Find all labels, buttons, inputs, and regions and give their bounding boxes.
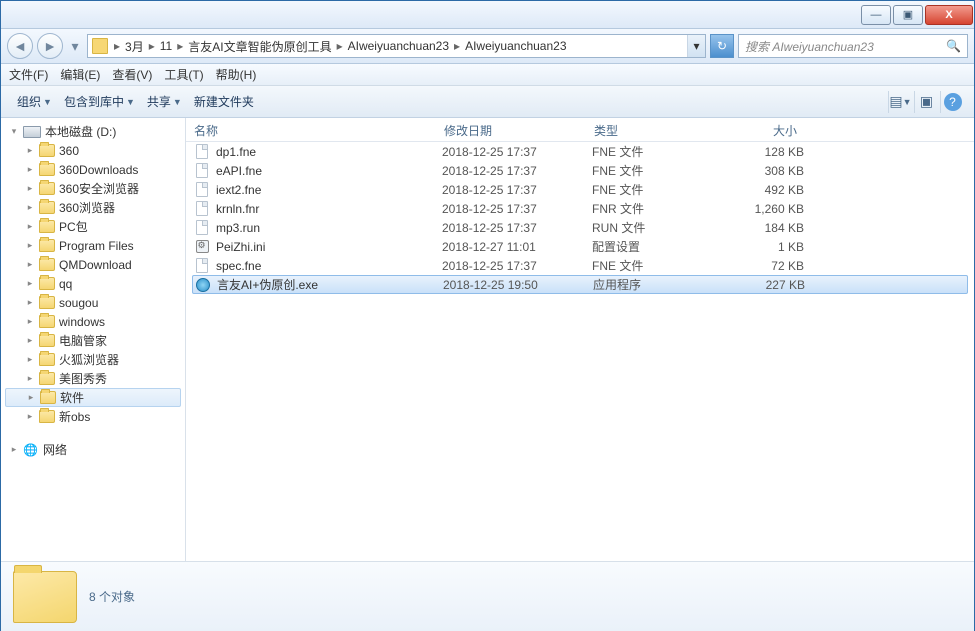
file-icon (194, 220, 210, 236)
menu-view[interactable]: 查看(V) (112, 66, 152, 83)
tree-folder[interactable]: ▸360浏览器 (1, 198, 185, 217)
history-dropdown[interactable]: ▾ (67, 33, 83, 59)
tree-network[interactable]: ▸🌐 网络 (1, 440, 185, 459)
file-row[interactable]: iext2.fne2018-12-25 17:37FNE 文件492 KB (186, 180, 974, 199)
search-placeholder: 搜索 AIweiyuanchuan23 (745, 38, 874, 55)
file-row[interactable]: PeiZhi.ini2018-12-27 11:01配置设置1 KB (186, 237, 974, 256)
tree-folder[interactable]: ▸360安全浏览器 (1, 179, 185, 198)
menu-file[interactable]: 文件(F) (9, 66, 48, 83)
folder-icon (39, 163, 55, 176)
back-button[interactable]: ◄ (7, 33, 33, 59)
file-row[interactable]: spec.fne2018-12-25 17:37FNE 文件72 KB (186, 256, 974, 275)
nav-tree[interactable]: ▾ 本地磁盘 (D:) ▸360▸360Downloads▸360安全浏览器▸3… (1, 118, 186, 561)
minimize-button[interactable]: — (861, 5, 891, 25)
tree-folder[interactable]: ▸电脑管家 (1, 331, 185, 350)
folder-icon (92, 38, 108, 54)
view-mode-button[interactable]: ▤ ▼ (888, 91, 912, 113)
tree-folder[interactable]: ▸Program Files (1, 236, 185, 255)
address-dropdown[interactable]: ▾ (687, 35, 705, 57)
nav-bar: ◄ ► ▾ ▸ 3月▸ 11▸ 言友AI文章智能伪原创工具▸ AIweiyuan… (1, 29, 974, 64)
file-icon (194, 182, 210, 198)
file-row[interactable]: mp3.run2018-12-25 17:37RUN 文件184 KB (186, 218, 974, 237)
breadcrumb-seg[interactable]: 言友AI文章智能伪原创工具 (185, 38, 334, 55)
close-button[interactable]: X (925, 5, 973, 25)
address-bar[interactable]: ▸ 3月▸ 11▸ 言友AI文章智能伪原创工具▸ AIweiyuanchuan2… (87, 34, 706, 58)
file-row[interactable]: dp1.fne2018-12-25 17:37FNE 文件128 KB (186, 142, 974, 161)
tree-folder[interactable]: ▸PC包 (1, 217, 185, 236)
menu-help[interactable]: 帮助(H) (216, 66, 257, 83)
breadcrumb-seg[interactable]: 3月 (122, 38, 147, 55)
file-icon (194, 144, 210, 160)
drive-icon (23, 126, 41, 138)
breadcrumb-seg[interactable]: 11 (157, 39, 175, 53)
folder-icon (39, 144, 55, 157)
col-size[interactable]: 大小 (706, 118, 806, 141)
folder-icon (39, 334, 55, 347)
file-row[interactable]: krnln.fnr2018-12-25 17:37FNR 文件1,260 KB (186, 199, 974, 218)
file-icon (194, 239, 210, 255)
folder-icon (39, 201, 55, 214)
tree-folder[interactable]: ▸新obs (1, 407, 185, 426)
folder-icon (39, 372, 55, 385)
menu-tools[interactable]: 工具(T) (164, 66, 203, 83)
file-icon (194, 163, 210, 179)
forward-button[interactable]: ► (37, 33, 63, 59)
organize-button[interactable]: 组织 ▼ (11, 90, 58, 113)
status-bar: 8 个对象 (1, 561, 974, 631)
tree-drive[interactable]: ▾ 本地磁盘 (D:) (1, 122, 185, 141)
file-row[interactable]: 言友AI+伪原创.exe2018-12-25 19:50应用程序227 KB (192, 275, 968, 294)
maximize-button[interactable]: ▣ (893, 5, 923, 25)
folder-icon (39, 277, 55, 290)
folder-icon (40, 391, 56, 404)
col-name[interactable]: 名称 (186, 118, 436, 141)
breadcrumb-seg[interactable]: AIweiyuanchuan23 (462, 39, 569, 53)
file-icon (194, 258, 210, 274)
tree-folder[interactable]: ▸windows (1, 312, 185, 331)
folder-icon (39, 315, 55, 328)
folder-icon (39, 220, 55, 233)
folder-icon (39, 258, 55, 271)
big-folder-icon (13, 571, 77, 623)
help-button[interactable]: ? (940, 91, 964, 113)
title-bar: — ▣ X (1, 1, 974, 29)
tree-folder[interactable]: ▸360Downloads (1, 160, 185, 179)
search-input[interactable]: 搜索 AIweiyuanchuan23 🔍 (738, 34, 968, 58)
file-row[interactable]: eAPI.fne2018-12-25 17:37FNE 文件308 KB (186, 161, 974, 180)
tree-folder[interactable]: ▸sougou (1, 293, 185, 312)
tree-folder[interactable]: ▸QMDownload (1, 255, 185, 274)
tree-folder[interactable]: ▸软件 (5, 388, 181, 407)
refresh-button[interactable]: ↻ (710, 34, 734, 58)
tree-folder[interactable]: ▸美图秀秀 (1, 369, 185, 388)
network-icon: 🌐 (23, 443, 39, 457)
column-header[interactable]: 名称 修改日期 类型 大小 (186, 118, 974, 142)
menu-edit[interactable]: 编辑(E) (60, 66, 100, 83)
folder-icon (39, 239, 55, 252)
search-icon[interactable]: 🔍 (946, 39, 961, 53)
toolbar: 组织 ▼ 包含到库中 ▼ 共享 ▼ 新建文件夹 ▤ ▼ ▣ ? (1, 86, 974, 118)
folder-icon (39, 296, 55, 309)
col-date[interactable]: 修改日期 (436, 118, 586, 141)
breadcrumb-seg[interactable]: AIweiyuanchuan23 (345, 39, 452, 53)
include-button[interactable]: 包含到库中 ▼ (58, 90, 141, 113)
share-button[interactable]: 共享 ▼ (141, 90, 188, 113)
folder-icon (39, 182, 55, 195)
tree-folder[interactable]: ▸360 (1, 141, 185, 160)
content-area: ▾ 本地磁盘 (D:) ▸360▸360Downloads▸360安全浏览器▸3… (1, 118, 974, 561)
file-list[interactable]: 名称 修改日期 类型 大小 dp1.fne2018-12-25 17:37FNE… (186, 118, 974, 561)
file-icon (195, 277, 211, 293)
folder-icon (39, 353, 55, 366)
preview-pane-button[interactable]: ▣ (914, 91, 938, 113)
folder-icon (39, 410, 55, 423)
col-type[interactable]: 类型 (586, 118, 706, 141)
tree-folder[interactable]: ▸火狐浏览器 (1, 350, 185, 369)
status-count: 8 个对象 (89, 588, 135, 605)
newfolder-button[interactable]: 新建文件夹 (188, 90, 260, 113)
tree-folder[interactable]: ▸qq (1, 274, 185, 293)
menu-bar: 文件(F) 编辑(E) 查看(V) 工具(T) 帮助(H) (1, 64, 974, 86)
file-icon (194, 201, 210, 217)
